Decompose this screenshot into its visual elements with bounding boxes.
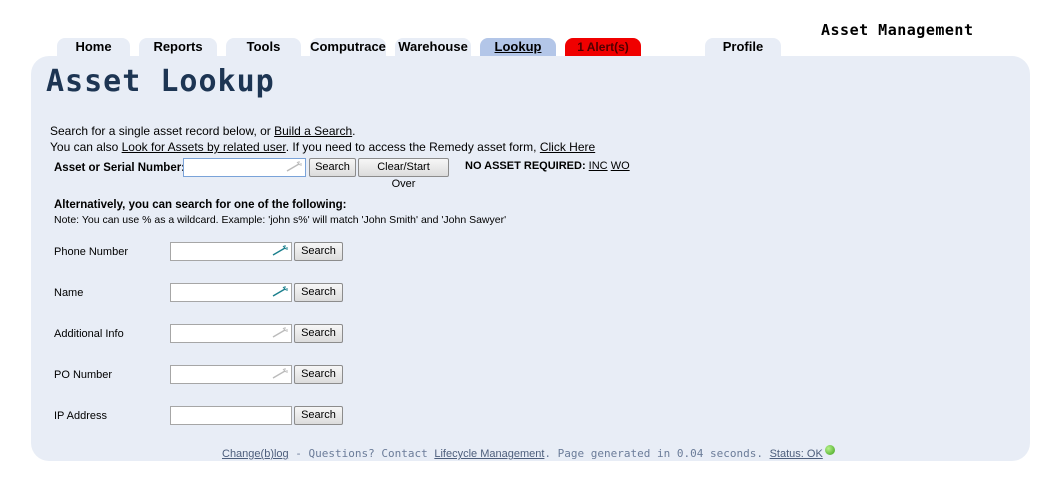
additional-info-label: Additional Info [54,328,124,340]
status-ok-icon [824,445,835,455]
status-link[interactable]: Status: OK [770,448,823,460]
tab-home[interactable]: Home [57,38,130,56]
tab-lookup[interactable]: Lookup [480,38,556,56]
build-search-link[interactable]: Build a Search [274,124,352,138]
tab-computrace[interactable]: Computrace [310,38,386,56]
additional-info-input-wrap [170,324,292,346]
po-number-search-button[interactable]: Search [294,365,343,384]
no-asset-required: NO ASSET REQUIRED: INC WO [465,160,630,172]
phone-number-input-wrap [170,242,292,264]
no-asset-required-label: NO ASSET REQUIRED: [465,160,586,172]
tab-warehouse[interactable]: Warehouse [395,38,471,56]
alternative-heading: Alternatively, you can search for one of… [54,199,347,211]
inc-link[interactable]: INC [589,160,608,172]
ip-address-input[interactable] [171,410,291,428]
clear-start-over-button[interactable]: Clear/Start Over [358,158,449,190]
intro-text-1: Search for a single asset record below, … [50,124,275,138]
magic-wand-icon[interactable] [286,161,302,173]
footer-questions-text: - Questions? Contact [288,447,435,460]
magic-wand-icon[interactable] [272,286,288,298]
intro-text-3: . If you need to access the Remedy asset… [285,140,540,154]
intro-text-2: You can also [50,140,122,154]
tab-reports[interactable]: Reports [139,38,217,56]
magic-wand-icon[interactable] [272,245,288,257]
footer-generated-text: . Page generated in 0.04 seconds. [544,447,770,460]
name-search-button[interactable]: Search [294,283,343,302]
intro-line-2: You can also Look for Assets by related … [50,140,595,154]
intro-period: . [352,124,356,138]
wo-link[interactable]: WO [611,160,630,172]
ip-address-input-wrap [170,406,292,428]
ip-address-search-button[interactable]: Search [294,406,343,425]
page-title: Asset Lookup [46,64,275,99]
changelog-link[interactable]: Change(b)log [222,448,289,460]
asset-serial-input-wrap [183,158,306,180]
po-number-input-wrap [170,365,292,387]
magic-wand-icon[interactable] [272,327,288,339]
phone-number-label: Phone Number [54,246,128,258]
tab-profile[interactable]: Profile [705,38,781,56]
name-label: Name [54,287,84,299]
wildcard-note: Note: You can use % as a wildcard. Examp… [54,214,507,226]
magic-wand-icon[interactable] [272,368,288,380]
additional-info-search-button[interactable]: Search [294,324,343,343]
phone-number-search-button[interactable]: Search [294,242,343,261]
related-user-link[interactable]: Look for Assets by related user [122,140,286,154]
name-input-wrap [170,283,292,305]
app-title: Asset Management [821,21,974,39]
tab-tools[interactable]: Tools [226,38,301,56]
intro-line-1: Search for a single asset record below, … [50,124,356,138]
asset-serial-label: Asset or Serial Number: [54,162,186,174]
footer: Change(b)log - Questions? Contact Lifecy… [222,445,835,460]
asset-search-button[interactable]: Search [309,158,356,177]
tab-alerts[interactable]: 1 Alert(s) [565,38,641,56]
ip-address-label: IP Address [54,410,107,422]
remedy-click-here-link[interactable]: Click Here [540,140,595,154]
po-number-label: PO Number [54,369,113,381]
lifecycle-management-link[interactable]: Lifecycle Management [434,448,544,460]
